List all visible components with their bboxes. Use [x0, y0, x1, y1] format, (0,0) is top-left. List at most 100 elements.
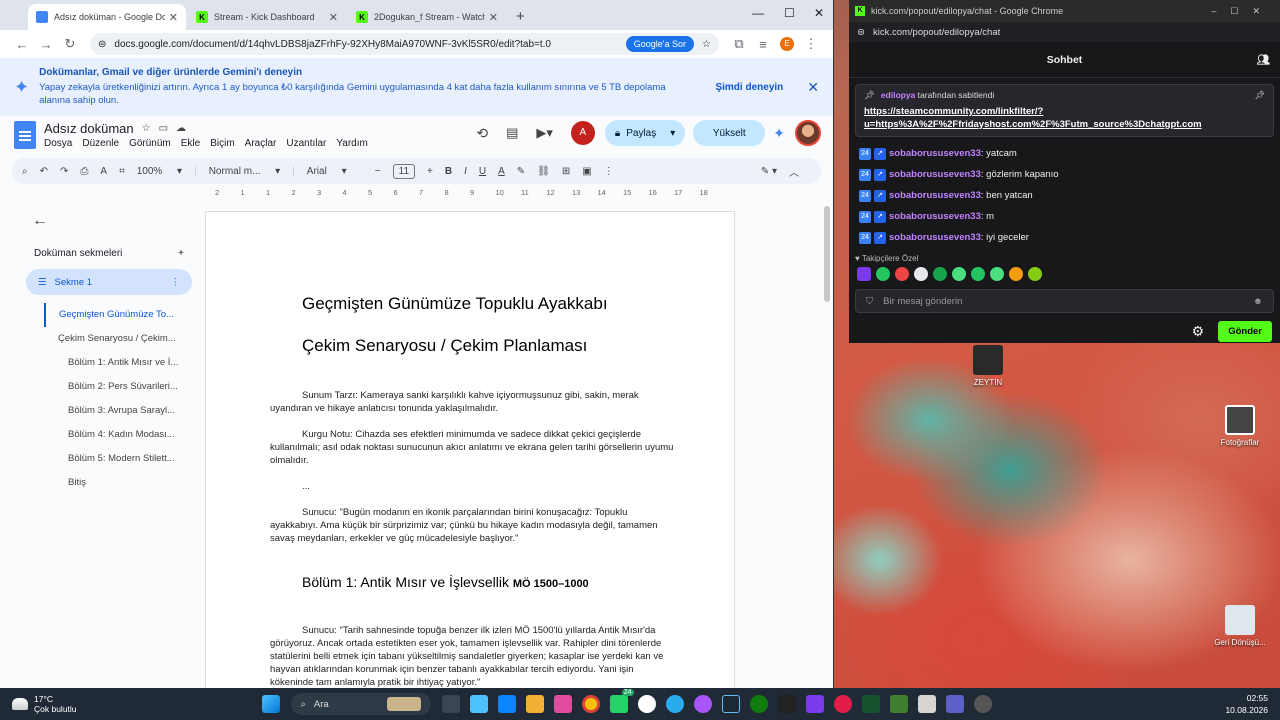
bold-icon[interactable]: B [445, 166, 452, 177]
close-tab-icon[interactable]: ✕ [489, 11, 498, 24]
unpin-icon[interactable]: 📌︎ [1254, 90, 1265, 101]
ruler[interactable]: 2 1 1 2 3 4 5 6 7 8 9 10 11 12 13 14 15 16 17 18 [205, 186, 735, 200]
media-player-icon[interactable] [833, 695, 852, 713]
add-comment-icon[interactable]: ⊞ [562, 166, 570, 177]
upgrade-button[interactable]: Yükselt [693, 120, 766, 146]
telegram-icon[interactable] [665, 695, 684, 713]
desktop-icon-recycle-bin[interactable]: Geri Dönüşü... [1210, 605, 1270, 647]
outline-item[interactable]: Çekim Senaryosu / Çekim... [58, 327, 188, 351]
taskbar-search[interactable]: ⌕ Ara [290, 693, 431, 715]
outline-item[interactable]: Bölüm 4: Kadın Modası... [68, 423, 188, 447]
app-icon[interactable] [917, 695, 936, 713]
doc-tab-item[interactable]: ☰ Sekme 1 ⋮ [26, 269, 192, 295]
undo-icon[interactable]: ↶ [40, 166, 48, 177]
font-select[interactable]: Arial ▾ [307, 166, 363, 177]
meet-icon[interactable]: ▶▾ [536, 125, 553, 141]
text-color-icon[interactable]: A [498, 166, 505, 177]
whatsapp-icon[interactable]: 24 [609, 689, 634, 713]
file-explorer-icon[interactable] [525, 695, 544, 713]
docs-logo-icon[interactable] [14, 121, 36, 149]
menu-help[interactable]: Yardım [336, 138, 368, 149]
widgets-icon[interactable] [469, 695, 488, 713]
outline-item[interactable]: Bitiş [68, 471, 188, 495]
editing-mode-icon[interactable]: ✎ ▾ [761, 166, 777, 177]
chat-message-input[interactable]: ⛉ Bir mesaj gönderin ☻ [855, 289, 1274, 313]
search-icon[interactable]: ⌕ [22, 166, 28, 177]
doc-title[interactable]: Adsız doküman [44, 121, 134, 136]
link-icon[interactable]: ⛓ [537, 166, 550, 177]
terminal-icon[interactable] [861, 695, 880, 713]
app-icon[interactable] [693, 695, 712, 713]
emote-icon[interactable] [971, 267, 985, 281]
highlight-icon[interactable]: ✎ [517, 166, 525, 177]
close-banner-icon[interactable]: ✕ [807, 79, 819, 96]
users-icon[interactable]: 👥︎ [1257, 53, 1270, 66]
send-button[interactable]: Gönder [1218, 321, 1272, 342]
maximize-button[interactable]: ☐ [784, 6, 795, 20]
emote-icon[interactable] [1009, 267, 1023, 281]
emote-icon[interactable] [1028, 267, 1042, 281]
media-icon[interactable]: ≡ [751, 37, 775, 52]
close-tab-icon[interactable]: ✕ [329, 11, 338, 24]
menu-extensions[interactable]: Uzantılar [286, 138, 326, 149]
close-window-button[interactable]: ✕ [814, 6, 824, 20]
emote-icon[interactable] [933, 267, 947, 281]
system-tray[interactable]: 02:55 10.08.2026 [1225, 692, 1268, 716]
menu-edit[interactable]: Düzenle [82, 138, 119, 149]
forward-icon[interactable]: → [34, 37, 58, 52]
cloud-status-icon[interactable]: ☁ [176, 123, 186, 134]
site-info-icon[interactable]: ⊜ [857, 27, 865, 38]
chrome-icon[interactable] [581, 695, 600, 713]
chatgpt-icon[interactable] [637, 695, 656, 713]
tab-options-icon[interactable]: ⋮ [171, 277, 181, 288]
increase-font-icon[interactable]: + [427, 166, 433, 177]
emote-icon[interactable] [990, 267, 1004, 281]
emote-icon[interactable] [952, 267, 966, 281]
epic-games-icon[interactable] [777, 695, 796, 713]
menu-file[interactable]: Dosya [44, 138, 72, 149]
browser-tab-docs[interactable]: Adsız doküman - Google Dokümanlar ✕ [28, 4, 186, 30]
weather-widget[interactable]: 17°C Çok bulutlu [12, 694, 77, 714]
gemini-icon[interactable]: ✦ [773, 125, 785, 142]
store-icon[interactable] [553, 695, 572, 713]
site-info-icon[interactable]: ⊜ [98, 39, 106, 50]
chrome-menu-icon[interactable]: ⋮ [799, 36, 823, 52]
italic-icon[interactable]: I [464, 166, 467, 177]
outline-item[interactable]: Bölüm 1: Antik Mısır ve İ... [68, 351, 188, 375]
print-icon[interactable]: ⎙ [80, 166, 88, 177]
history-icon[interactable]: ⟲ [476, 125, 488, 142]
avatar[interactable] [795, 120, 821, 146]
desktop-icon-photos[interactable]: Fotoğraflar [1210, 405, 1270, 447]
style-select[interactable]: Normal m... ▾ [209, 166, 280, 177]
zoom-select[interactable]: 100% ▾ [137, 166, 182, 177]
obs-icon[interactable] [973, 695, 992, 713]
close-tab-icon[interactable]: ✕ [169, 11, 178, 24]
scrollbar[interactable] [824, 206, 830, 302]
insert-image-icon[interactable]: ▣ [582, 166, 591, 177]
spellcheck-icon[interactable]: A [100, 166, 107, 177]
new-tab-button[interactable]: + [516, 8, 525, 25]
extensions-icon[interactable]: ⧉ [727, 36, 751, 52]
url-field[interactable]: ⊜ docs.google.com/document/d/14qhvLDBS8j… [90, 33, 719, 55]
font-size-field[interactable]: 11 [392, 163, 416, 179]
browser-tab-kick-stream[interactable]: K 2Dogukan_f Stream - Watch Live ✕ [348, 4, 506, 30]
underline-icon[interactable]: U [479, 166, 486, 177]
redo-icon[interactable]: ↷ [60, 166, 68, 177]
pinned-link[interactable]: https://steamcommunity.com/linkfilter/?u… [864, 105, 1265, 131]
more-icon[interactable]: ⋮ [604, 166, 614, 177]
teams-icon[interactable] [945, 695, 964, 713]
minimize-button[interactable]: — [752, 6, 764, 20]
back-icon[interactable]: ← [10, 37, 34, 52]
star-icon[interactable]: ☆ [142, 123, 151, 134]
profile-icon[interactable]: E [780, 37, 794, 51]
menu-tools[interactable]: Araçlar [245, 138, 277, 149]
paint-format-icon[interactable]: ⌗ [119, 166, 125, 177]
try-now-button[interactable]: Şimdi deneyin [715, 82, 783, 93]
share-button[interactable]: 🔒︎ Paylaş ▾ [604, 120, 686, 146]
chevron-down-icon[interactable]: ▾ [670, 128, 675, 139]
xbox-icon[interactable] [749, 695, 768, 713]
menu-format[interactable]: Biçim [210, 138, 234, 149]
desktop-icon-zeytin[interactable]: ZEYTİN [958, 345, 1018, 387]
browser-tab-kick-dashboard[interactable]: K Stream - Kick Dashboard ✕ [188, 4, 346, 30]
bookmark-star-icon[interactable]: ☆ [702, 39, 711, 50]
